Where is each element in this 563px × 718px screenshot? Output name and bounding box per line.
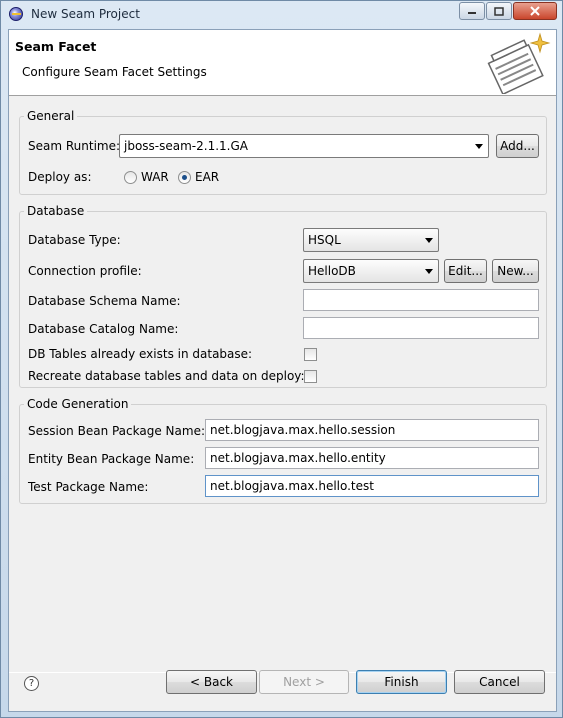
cancel-button[interactable]: Cancel <box>454 670 545 694</box>
seam-runtime-select[interactable]: jboss-seam-2.1.1.GA <box>119 134 489 158</box>
connection-profile-select[interactable]: HelloDB <box>303 259 439 283</box>
connection-profile-value: HelloDB <box>308 264 356 278</box>
page-title: Seam Facet <box>15 39 97 54</box>
code-generation-group-title: Code Generation <box>24 397 132 411</box>
deploy-ear-radio[interactable] <box>178 171 191 184</box>
page-description: Configure Seam Facet Settings <box>22 65 207 79</box>
maximize-button[interactable] <box>486 2 512 20</box>
maximize-icon <box>494 6 504 16</box>
chevron-down-icon <box>475 144 483 149</box>
seam-logo-icon <box>487 32 551 94</box>
close-icon <box>530 6 540 16</box>
deploy-war-radio[interactable] <box>124 171 137 184</box>
recreate-tables-label: Recreate database tables and data on dep… <box>28 369 305 383</box>
seam-runtime-label: Seam Runtime: <box>28 139 121 153</box>
chevron-down-icon <box>425 238 433 243</box>
session-package-input[interactable] <box>205 419 539 441</box>
connection-profile-label: Connection profile: <box>28 264 142 278</box>
window-title: New Seam Project <box>31 7 140 21</box>
next-button[interactable]: Next > <box>259 670 349 694</box>
deploy-war-label[interactable]: WAR <box>141 170 169 184</box>
entity-package-label: Entity Bean Package Name: <box>28 452 195 466</box>
database-schema-label: Database Schema Name: <box>28 294 181 308</box>
minimize-button[interactable] <box>459 2 485 20</box>
entity-package-input[interactable] <box>205 447 539 469</box>
test-package-input[interactable] <box>205 475 539 497</box>
tables-exist-checkbox[interactable] <box>304 348 317 361</box>
database-catalog-input[interactable] <box>303 317 539 339</box>
chevron-down-icon <box>425 269 433 274</box>
deploy-ear-label[interactable]: EAR <box>195 170 219 184</box>
database-catalog-label: Database Catalog Name: <box>28 322 179 336</box>
database-type-label: Database Type: <box>28 233 121 247</box>
window-controls <box>458 2 557 20</box>
back-button[interactable]: < Back <box>166 670 257 694</box>
dialog-content: Seam Facet Configure Seam Facet Settings… <box>8 29 557 712</box>
minimize-icon <box>468 12 476 14</box>
test-package-label: Test Package Name: <box>28 480 149 494</box>
help-icon[interactable]: ? <box>24 676 39 691</box>
title-bar: New Seam Project <box>1 1 562 27</box>
session-package-label: Session Bean Package Name: <box>28 424 205 438</box>
eclipse-icon <box>9 7 23 21</box>
database-type-select[interactable]: HSQL <box>303 228 439 252</box>
new-profile-button[interactable]: New... <box>492 259 539 283</box>
deploy-as-label: Deploy as: <box>28 170 92 184</box>
wizard-banner: Seam Facet Configure Seam Facet Settings <box>9 30 556 96</box>
tables-exist-label: DB Tables already exists in database: <box>28 347 253 361</box>
database-type-value: HSQL <box>308 233 341 247</box>
close-button[interactable] <box>513 2 557 20</box>
recreate-tables-checkbox[interactable] <box>304 370 317 383</box>
add-runtime-button[interactable]: Add... <box>496 134 539 158</box>
database-schema-input[interactable] <box>303 289 539 311</box>
seam-runtime-value: jboss-seam-2.1.1.GA <box>124 139 248 153</box>
code-generation-group: Code Generation Session Bean Package Nam… <box>19 397 547 504</box>
dialog-window: New Seam Project Seam Facet Configure Se… <box>0 0 563 718</box>
edit-profile-button[interactable]: Edit... <box>444 259 487 283</box>
general-group: General Seam Runtime: jboss-seam-2.1.1.G… <box>19 109 547 195</box>
database-group-title: Database <box>24 204 88 218</box>
database-group: Database Database Type: HSQL Connection … <box>19 204 547 388</box>
general-group-title: General <box>24 109 78 123</box>
finish-button[interactable]: Finish <box>356 670 447 694</box>
